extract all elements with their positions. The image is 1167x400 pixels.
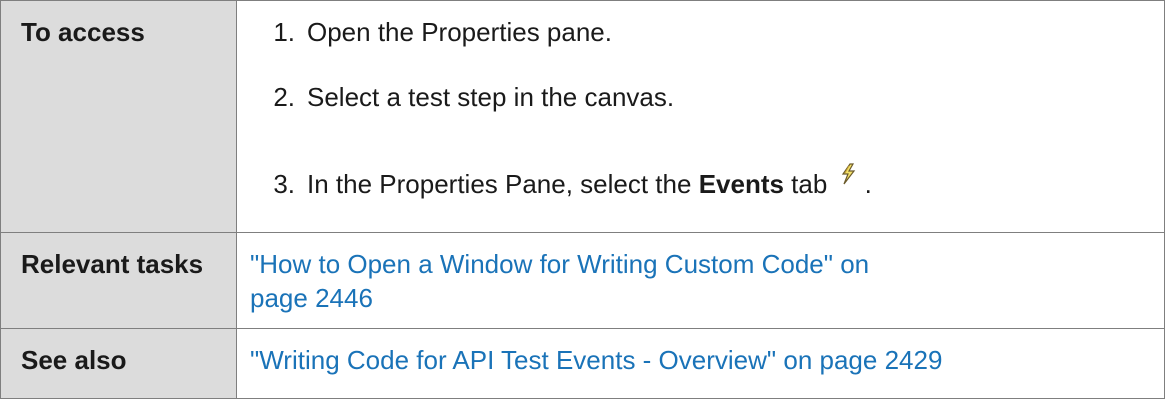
step-number: 3. bbox=[273, 169, 295, 199]
table-row-see-also: See also "Writing Code for API Test Even… bbox=[0, 328, 1165, 399]
writing-code-overview-link[interactable]: "Writing Code for API Test Events - Over… bbox=[250, 345, 942, 375]
row-value-relevant-tasks: "How to Open a Window for Writing Custom… bbox=[236, 232, 1165, 329]
table-row-relevant-tasks: Relevant tasks "How to Open a Window for… bbox=[0, 232, 1165, 329]
step-text: Open the Properties pane. bbox=[307, 17, 612, 47]
step-text: In the Properties Pane, select the Event… bbox=[307, 159, 872, 201]
access-steps-list: 1. Open the Properties pane. 2. Select a… bbox=[250, 15, 1150, 201]
step-number: 2. bbox=[273, 82, 295, 112]
lightning-icon bbox=[839, 159, 857, 185]
row-value-to-access: 1. Open the Properties pane. 2. Select a… bbox=[236, 0, 1165, 233]
step-number: 1. bbox=[273, 17, 295, 47]
row-label-see-also: See also bbox=[0, 328, 237, 399]
row-label-to-access: To access bbox=[0, 0, 237, 233]
table-row-to-access: To access 1. Open the Properties pane. 2… bbox=[0, 0, 1165, 233]
link-line-2: page 2446 bbox=[250, 283, 373, 313]
how-to-open-window-link[interactable]: "How to Open a Window for Writing Custom… bbox=[250, 249, 869, 313]
step-end: . bbox=[864, 169, 872, 199]
row-label-relevant-tasks: Relevant tasks bbox=[0, 232, 237, 329]
step-text-after: tab bbox=[783, 169, 828, 199]
link-line-1: "How to Open a Window for Writing Custom… bbox=[250, 249, 870, 279]
step-text: Select a test step in the canvas. bbox=[307, 82, 675, 112]
step-text-before: In the Properties Pane, select the bbox=[307, 169, 699, 199]
list-item: 3. In the Properties Pane, select the Ev… bbox=[250, 159, 1150, 201]
events-tab-label: Events bbox=[698, 169, 784, 199]
list-item: 2. Select a test step in the canvas. bbox=[250, 80, 1150, 114]
row-value-see-also: "Writing Code for API Test Events - Over… bbox=[236, 328, 1165, 399]
list-item: 1. Open the Properties pane. bbox=[250, 15, 1150, 49]
info-table: To access 1. Open the Properties pane. 2… bbox=[0, 0, 1165, 399]
